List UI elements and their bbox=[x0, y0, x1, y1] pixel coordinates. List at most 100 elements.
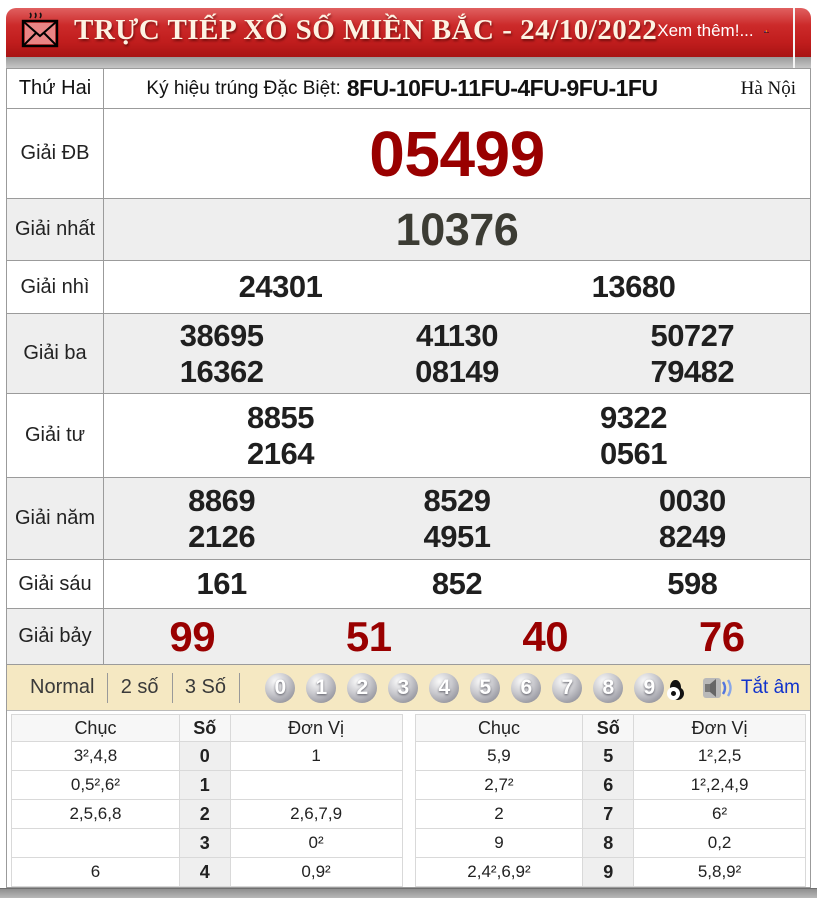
prize-row-fifth: Giải năm 8869 8529 0030 2126 4951 8249 bbox=[7, 478, 810, 560]
prize-number: 0030 bbox=[658, 482, 726, 518]
prize-number: 161 bbox=[196, 566, 248, 601]
table-row: 9 8 0,2 bbox=[414, 828, 806, 858]
chuc-cell: 0,5²,6² bbox=[11, 770, 180, 800]
prize-number: 16362 bbox=[179, 353, 264, 389]
donvi-cell bbox=[229, 770, 403, 800]
digit-button-8[interactable]: 8 bbox=[593, 672, 624, 703]
chuc-cell: 3²,4,8 bbox=[11, 741, 180, 771]
prize-row-special: Giải ĐB 05499 bbox=[7, 109, 810, 199]
table-row: 6 4 0,9² bbox=[11, 857, 403, 887]
donvi-cell: 1 bbox=[229, 741, 403, 771]
header-bar: TRỰC TIẾP XỔ SỐ MIỀN BẮC - 24/10/2022 Xe… bbox=[6, 8, 811, 68]
col-header-chuc: Chục bbox=[11, 714, 180, 742]
chuc-cell: 2,5,6,8 bbox=[11, 799, 180, 829]
prize-label: Giải năm bbox=[7, 478, 104, 559]
so-cell: 1 bbox=[178, 770, 231, 800]
prize-number: 8869 bbox=[188, 482, 256, 518]
bar-chart-icon[interactable] bbox=[763, 18, 769, 44]
prize-label: Giải bảy bbox=[7, 609, 104, 664]
info-row: Thứ Hai Ký hiệu trúng Đặc Biệt: 8FU-10FU… bbox=[7, 69, 810, 109]
digit-button-1[interactable]: 1 bbox=[306, 672, 337, 703]
envelope-icon bbox=[21, 11, 59, 47]
donvi-cell: 0,9² bbox=[229, 857, 403, 887]
mode-3so-button[interactable]: 3 Số bbox=[172, 676, 239, 699]
table-row: 2,5,6,8 2 2,6,7,9 bbox=[11, 799, 403, 829]
prize-number: 2164 bbox=[247, 435, 314, 471]
digit-button-5[interactable]: 5 bbox=[470, 672, 501, 703]
donvi-cell: 5,8,9² bbox=[633, 857, 806, 887]
sound-control: Tắt âm bbox=[702, 676, 800, 700]
digit-button-6[interactable]: 6 bbox=[511, 672, 542, 703]
table-row: 2,7² 6 1²,2,4,9 bbox=[414, 770, 806, 800]
col-header-donvi: Đơn Vị bbox=[229, 714, 403, 742]
so-cell: 5 bbox=[582, 741, 635, 771]
prize-number: 10376 bbox=[395, 203, 519, 255]
digit-button-4[interactable]: 4 bbox=[429, 672, 460, 703]
prize-number: 9322 bbox=[600, 399, 667, 435]
special-symbol-label: Ký hiệu trúng Đặc Biệt: bbox=[146, 77, 341, 99]
prize-number: 51 bbox=[345, 612, 392, 660]
digit-buttons: 0 1 2 3 4 5 6 7 8 9 bbox=[265, 672, 665, 703]
header-divider-strip bbox=[6, 57, 811, 68]
digit-button-3[interactable]: 3 bbox=[388, 672, 419, 703]
table-row: 2 7 6² bbox=[414, 799, 806, 829]
see-more-link[interactable]: Xem thêm!... bbox=[657, 21, 753, 41]
chuc-cell: 9 bbox=[414, 828, 584, 858]
so-cell: 9 bbox=[582, 857, 635, 887]
speaker-icon[interactable] bbox=[702, 676, 733, 700]
table-row: 3²,4,8 0 1 bbox=[11, 741, 403, 771]
weekday-label: Thứ Hai bbox=[7, 69, 104, 108]
table-row: 3 0² bbox=[11, 828, 403, 858]
prize-label: Giải sáu bbox=[7, 560, 104, 608]
digit-button-7[interactable]: 7 bbox=[552, 672, 583, 703]
table-row: 5,9 5 1²,2,5 bbox=[414, 741, 806, 771]
col-header-donvi: Đơn Vị bbox=[633, 714, 806, 742]
prize-number: 76 bbox=[698, 612, 745, 660]
prize-number: 05499 bbox=[369, 117, 545, 190]
prize-row-seventh: Giải bảy 99 51 40 76 bbox=[7, 609, 810, 665]
so-cell: 7 bbox=[582, 799, 635, 829]
digit-button-0[interactable]: 0 bbox=[265, 672, 296, 703]
prize-row-third: Giải ba 38695 41130 50727 16362 08149 79… bbox=[7, 314, 810, 394]
chuc-cell: 2,7² bbox=[414, 770, 584, 800]
yin-yang-icon[interactable] bbox=[667, 680, 684, 700]
prize-number: 852 bbox=[431, 566, 483, 601]
stats-table-left: Chục Số Đơn Vị 3²,4,8 0 1 0,5²,6² 1 2,5,… bbox=[11, 714, 403, 887]
table-header-row: Chục Số Đơn Vị bbox=[11, 714, 403, 742]
so-cell: 2 bbox=[178, 799, 231, 829]
prize-number: 13680 bbox=[591, 269, 676, 304]
donvi-cell: 2,6,7,9 bbox=[229, 799, 403, 829]
table-header-row: Chục Số Đơn Vị bbox=[414, 714, 806, 742]
so-cell: 4 bbox=[178, 857, 231, 887]
prize-number: 4951 bbox=[423, 518, 491, 554]
stats-table-right: Chục Số Đơn Vị 5,9 5 1²,2,5 2,7² 6 1²,2,… bbox=[414, 714, 806, 887]
digit-stats-section: Chục Số Đơn Vị 3²,4,8 0 1 0,5²,6² 1 2,5,… bbox=[7, 711, 810, 887]
prize-number: 99 bbox=[169, 612, 216, 660]
so-cell: 0 bbox=[178, 741, 231, 771]
donvi-cell: 1²,2,4,9 bbox=[633, 770, 806, 800]
mute-button[interactable]: Tắt âm bbox=[741, 677, 800, 699]
prize-number: 8855 bbox=[247, 399, 314, 435]
prize-number: 8249 bbox=[658, 518, 726, 554]
so-cell: 3 bbox=[178, 828, 231, 858]
digit-button-9[interactable]: 9 bbox=[634, 672, 665, 703]
page-title: TRỰC TIẾP XỔ SỐ MIỀN BẮC - 24/10/2022 bbox=[74, 14, 658, 46]
chuc-cell: 6 bbox=[11, 857, 180, 887]
prize-number: 8529 bbox=[423, 482, 491, 518]
prize-number: 50727 bbox=[650, 317, 735, 353]
horizontal-scrollbar[interactable] bbox=[0, 888, 817, 898]
chuc-cell: 2,4²,6,9² bbox=[414, 857, 584, 887]
special-symbol: Ký hiệu trúng Đặc Biệt: 8FU-10FU-11FU-4F… bbox=[104, 69, 700, 108]
region-label: Hà Nội bbox=[740, 77, 796, 99]
mode-2so-button[interactable]: 2 số bbox=[108, 676, 172, 699]
prize-label: Giải nhì bbox=[7, 261, 104, 313]
donvi-cell: 0,2 bbox=[633, 828, 806, 858]
mode-normal-button[interactable]: Normal bbox=[17, 676, 107, 699]
digit-button-2[interactable]: 2 bbox=[347, 672, 378, 703]
prize-row-first: Giải nhất 10376 bbox=[7, 199, 810, 261]
prize-number: 41130 bbox=[415, 317, 499, 353]
chuc-cell: 2 bbox=[414, 799, 584, 829]
prize-number: 2126 bbox=[188, 518, 256, 554]
prize-row-fourth: Giải tư 8855 9322 2164 0561 bbox=[7, 394, 810, 478]
chuc-cell: 5,9 bbox=[414, 741, 584, 771]
